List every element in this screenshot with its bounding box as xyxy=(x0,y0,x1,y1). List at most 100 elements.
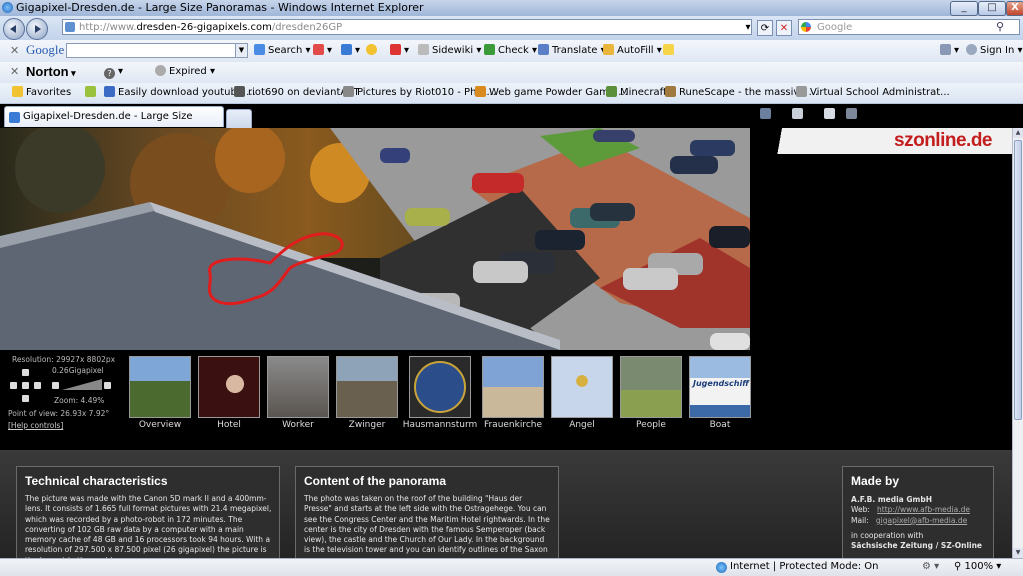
thumbnail-overview[interactable] xyxy=(129,356,191,418)
wrench-icon xyxy=(940,44,951,55)
pan-right-icon[interactable] xyxy=(34,382,41,389)
search-magnifier-icon[interactable]: ⚲ xyxy=(996,20,1004,33)
help-controls-link[interactable]: [Help controls] xyxy=(8,421,63,431)
tools-menu[interactable]: Tools ▾ xyxy=(959,105,992,125)
zoom-out-icon[interactable] xyxy=(52,382,59,389)
security-zone-text[interactable]: Internet | Protected Mode: On xyxy=(730,559,878,575)
maximize-button[interactable]: □ xyxy=(978,1,1006,16)
thumbnail-hausmannsturm[interactable] xyxy=(409,356,471,418)
url-input[interactable]: http://www.dresden-26-gigapixels.com/dre… xyxy=(62,19,752,35)
popup-blocker-button[interactable]: ▾ xyxy=(390,41,409,61)
favorite-link[interactable]: riot690 on deviantART xyxy=(234,83,360,103)
settings-button[interactable]: ▾ xyxy=(940,41,959,61)
favorites-button[interactable]: Favorites xyxy=(12,83,71,103)
url-domain: dresden-26-gigapixels.com xyxy=(136,22,272,33)
thumbnail-label[interactable]: Hausmannsturm xyxy=(397,420,483,430)
thumbnail-label[interactable]: Hotel xyxy=(193,420,265,430)
thumbnail-label[interactable]: Zwinger xyxy=(331,420,403,430)
thumbnail-worker[interactable] xyxy=(267,356,329,418)
tab-active[interactable]: Gigapixel-Dresden.de - Large Size Panora… xyxy=(4,106,224,142)
scroll-up-icon[interactable]: ▲ xyxy=(1013,128,1023,138)
sidewiki-button[interactable]: Sidewiki ▾ xyxy=(418,41,481,61)
plus-button[interactable]: ▾ xyxy=(341,41,360,61)
sign-in-button[interactable]: Sign In ▾ xyxy=(966,41,1022,61)
refresh-icon[interactable]: ⟳ xyxy=(757,20,773,36)
thumbnail-frauenkirche[interactable] xyxy=(482,356,544,418)
pan-down-icon[interactable] xyxy=(22,395,29,402)
thumbnail-people[interactable] xyxy=(620,356,682,418)
favorite-link[interactable]: Pictures by Riot010 - Phot... xyxy=(343,83,496,103)
google-search-button[interactable]: Search ▾ xyxy=(254,41,311,61)
home-button[interactable]: ▾ xyxy=(760,105,779,125)
translate-button[interactable]: Translate ▾ xyxy=(538,41,606,61)
window-title: Gigapixel-Dresden.de - Large Size Panora… xyxy=(16,1,424,14)
thumbnail-label[interactable]: Frauenkirche xyxy=(477,420,549,430)
mail-link[interactable]: gigapixel@afb-media.de xyxy=(876,516,967,525)
google-search-provider-icon xyxy=(801,22,811,32)
user-icon xyxy=(966,44,977,55)
notebook-button[interactable] xyxy=(366,41,380,61)
thumbnail-label[interactable]: People xyxy=(615,420,687,430)
print-button[interactable]: ▾ xyxy=(846,105,865,125)
page-menu[interactable]: Page ▾ xyxy=(880,105,912,125)
bookmarks-button[interactable]: ▾ xyxy=(313,41,332,61)
mail-label: Mail: xyxy=(851,515,869,525)
norton-brand[interactable]: Norton ▾ xyxy=(26,62,76,83)
mail-button[interactable] xyxy=(824,105,838,125)
pan-up-icon[interactable] xyxy=(22,369,29,376)
stop-icon[interactable]: ✕ xyxy=(776,20,792,36)
browser-search-input[interactable]: Google xyxy=(798,19,1020,35)
spellcheck-button[interactable]: Check ▾ xyxy=(484,41,537,61)
close-toolbar-icon[interactable]: ✕ xyxy=(10,41,19,61)
vertical-scrollbar[interactable]: ▲ ▼ xyxy=(1012,128,1023,558)
szonline-logo[interactable]: szonline.de xyxy=(750,128,1012,154)
made-by-details: A.F.B. media GmbH Web: http://www.afb-me… xyxy=(851,495,987,551)
protected-mode-icon[interactable]: ⚙ ▾ xyxy=(922,559,939,575)
chevron-down-icon[interactable]: ▼ xyxy=(235,44,247,57)
new-tab-button[interactable] xyxy=(226,109,252,128)
thumbnail-label[interactable]: Worker xyxy=(262,420,334,430)
web-link[interactable]: http://www.afb-media.de xyxy=(877,505,970,514)
feeds-button[interactable]: ▾ xyxy=(792,105,811,125)
thumbnail-angel[interactable] xyxy=(551,356,613,418)
autofill-button[interactable]: AutoFill ▾ xyxy=(603,41,662,61)
thumbnail-hotel[interactable] xyxy=(198,356,260,418)
thumbnail-label[interactable]: Angel xyxy=(546,420,618,430)
favorite-link[interactable]: Virtual School Administrat... xyxy=(796,83,950,103)
safety-menu-label: Safety xyxy=(918,109,950,120)
favorite-link[interactable]: Easily download youtube ... xyxy=(104,83,256,103)
thumbnail-boat[interactable]: Jugendschiff xyxy=(689,356,751,418)
back-button[interactable] xyxy=(3,18,25,40)
favorite-link[interactable]: Minecraft xyxy=(606,83,667,103)
norton-status-button[interactable]: Expired ▾ xyxy=(155,62,215,82)
highlight-button[interactable] xyxy=(663,41,677,61)
close-toolbar-icon[interactable]: ✕ xyxy=(10,62,19,82)
close-window-button[interactable]: X xyxy=(1006,1,1023,16)
url-dropdown-icon[interactable]: ▾ xyxy=(740,20,756,36)
minimize-button[interactable]: _ xyxy=(950,1,978,16)
zoom-in-icon[interactable] xyxy=(104,382,111,389)
plus-icon xyxy=(341,44,352,55)
pan-center-icon[interactable] xyxy=(22,382,29,389)
google-search-box[interactable]: ▼ xyxy=(66,43,248,58)
scroll-down-icon[interactable]: ▼ xyxy=(1013,548,1023,558)
url-path: /dresden26GP xyxy=(271,22,343,33)
scrollbar-thumb[interactable] xyxy=(1014,140,1022,420)
zoom-level-button[interactable]: ⚲ 100% ▾ xyxy=(954,559,1001,575)
link-page-icon xyxy=(343,86,354,97)
thumbnail-zwinger[interactable] xyxy=(336,356,398,418)
zoom-slider[interactable] xyxy=(62,379,102,391)
mail-icon xyxy=(824,108,835,119)
page-content: szonline.de Resolution: 29927x 8802px 0.… xyxy=(0,128,1012,558)
pan-left-icon[interactable] xyxy=(10,382,17,389)
add-favorite-button[interactable] xyxy=(85,83,99,103)
help-button[interactable]: ? ▾ xyxy=(104,62,123,82)
forward-button[interactable] xyxy=(26,18,48,40)
address-bar: http://www.dresden-26-gigapixels.com/dre… xyxy=(0,16,1023,40)
thumbnail-label[interactable]: Boat xyxy=(684,420,756,430)
favorite-link[interactable]: Web game Powder Game ... xyxy=(475,83,628,103)
safety-menu[interactable]: Safety ▾ xyxy=(918,105,958,125)
technical-panel: Technical characteristics The picture wa… xyxy=(16,466,280,558)
panorama-viewer[interactable] xyxy=(0,128,750,350)
thumbnail-label[interactable]: Overview xyxy=(124,420,196,430)
